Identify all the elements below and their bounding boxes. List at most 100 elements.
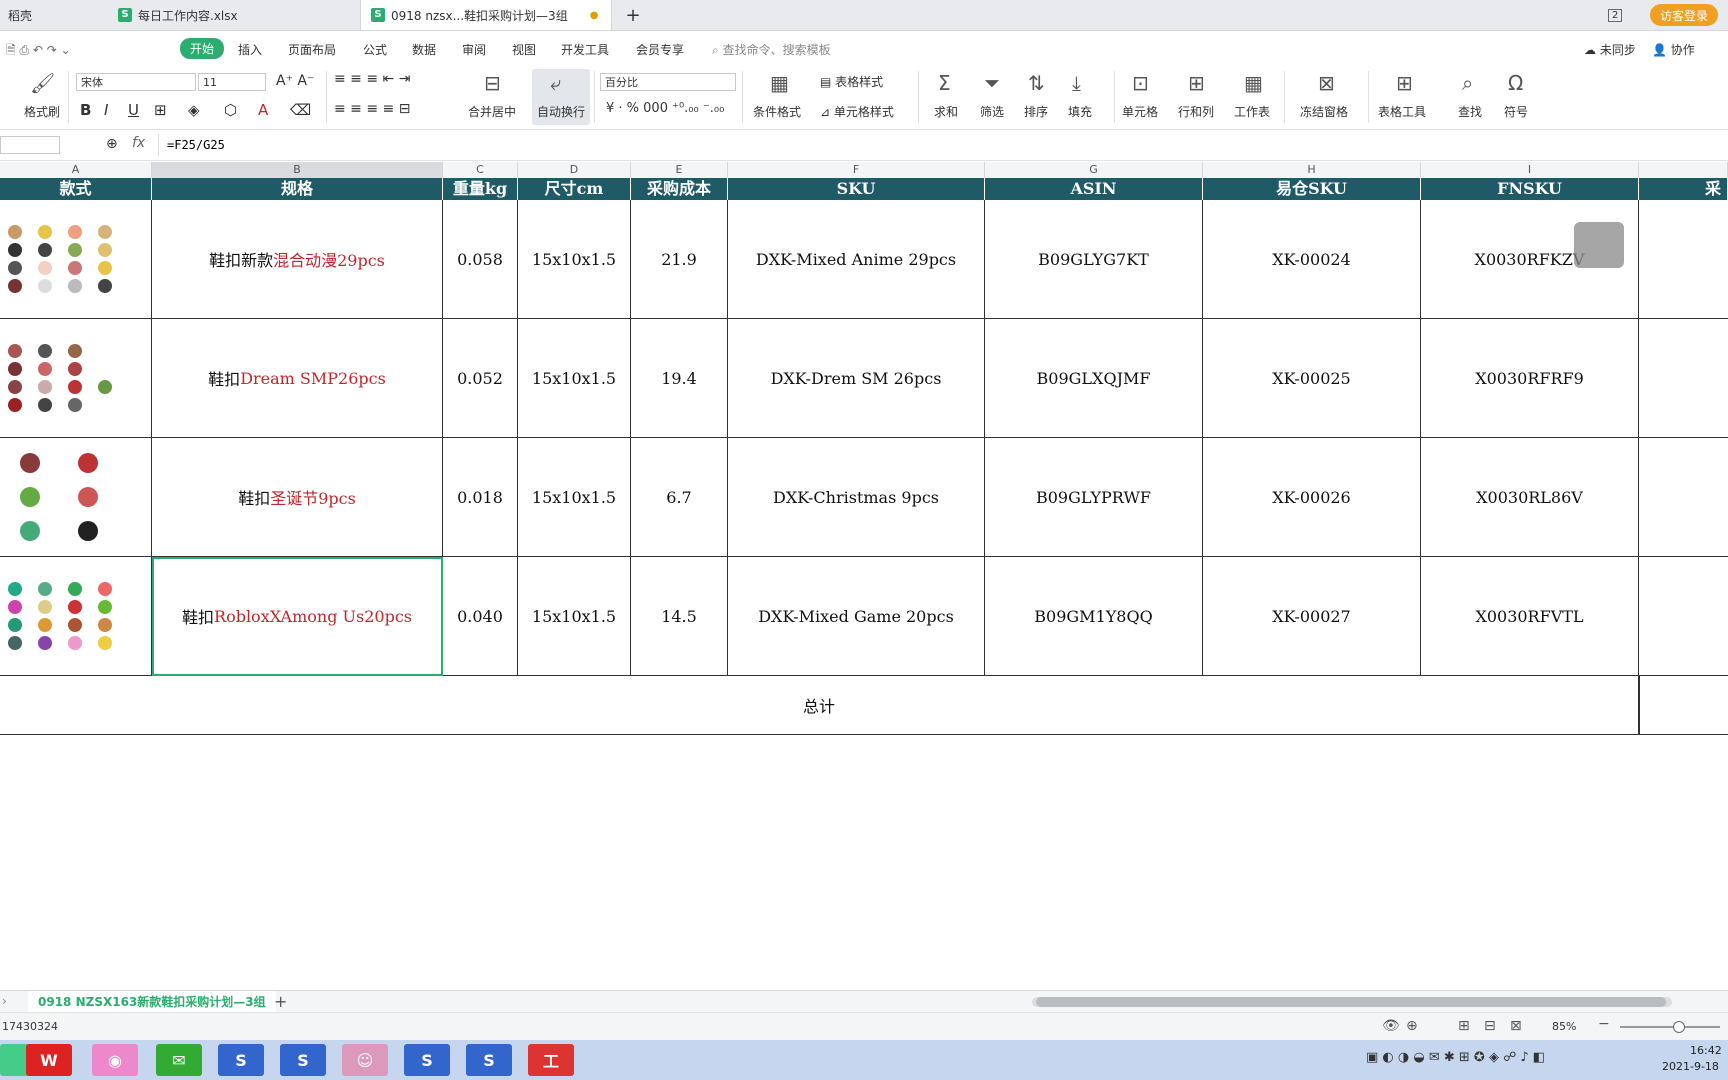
new-tab-button[interactable]: + xyxy=(620,0,646,30)
clear-format-icon[interactable]: ⌫ xyxy=(290,101,311,119)
col-header-b[interactable]: B xyxy=(152,162,443,178)
fnsku-cell[interactable]: X0030RFRF9 xyxy=(1421,319,1639,438)
col-header-f[interactable]: F xyxy=(728,162,985,178)
font-color-icon[interactable]: A xyxy=(258,101,268,119)
menu-item-view[interactable]: 视图 xyxy=(512,41,536,58)
chrome-icon[interactable]: ◉ xyxy=(92,1044,138,1076)
zoom-out-icon[interactable]: − xyxy=(1598,1016,1610,1032)
col-header-c[interactable]: C xyxy=(443,162,518,178)
ycsku-cell[interactable]: XK-00026 xyxy=(1203,438,1421,557)
size-cell[interactable]: 15x10x1.5 xyxy=(518,319,631,438)
header-size[interactable]: 尺寸cm xyxy=(518,178,631,200)
freeze-panes-button[interactable]: 冻结窗格 xyxy=(1300,103,1348,120)
add-sheet-button[interactable]: + xyxy=(274,992,287,1011)
purchase-cell[interactable] xyxy=(1639,557,1728,676)
header-sku[interactable]: SKU xyxy=(728,178,985,200)
page-break-icon[interactable]: ⊠ xyxy=(1510,1018,1522,1034)
center-icon[interactable]: ⊕ xyxy=(1406,1018,1418,1034)
normal-view-icon[interactable]: ⊞ xyxy=(1458,1018,1470,1034)
border-icon[interactable]: ⊞ xyxy=(154,101,167,119)
col-header-i[interactable]: I xyxy=(1421,162,1639,178)
table-style-button[interactable]: ▤ 表格样式 xyxy=(820,73,883,90)
style-image-cell[interactable] xyxy=(0,557,152,676)
menu-item-insert[interactable]: 插入 xyxy=(238,41,262,58)
zoom-level[interactable]: 85% xyxy=(1552,1020,1576,1033)
style-image-cell[interactable] xyxy=(0,319,152,438)
cell-button[interactable]: 单元格 xyxy=(1122,103,1158,120)
spec-cell[interactable]: 鞋扣 圣诞节9pcs xyxy=(152,438,443,557)
app-s-icon[interactable]: S xyxy=(404,1044,450,1076)
ycsku-cell[interactable]: XK-00027 xyxy=(1203,557,1421,676)
menu-item-data[interactable]: 数据 xyxy=(412,41,436,58)
purchase-cell[interactable] xyxy=(1639,200,1728,319)
total-label-cell[interactable]: 总计 xyxy=(0,676,1639,735)
zoom-slider-handle[interactable] xyxy=(1673,1021,1685,1033)
app-s-icon[interactable]: S xyxy=(218,1044,264,1076)
quick-access-icons[interactable]: 🗎 ⎙ ↶ ↷ ⌄ xyxy=(6,41,71,62)
page-layout-icon[interactable]: ⊟ xyxy=(1484,1018,1496,1034)
clock-time[interactable]: 16:42 xyxy=(1690,1044,1722,1057)
style-image-cell[interactable] xyxy=(0,200,152,319)
italic-icon[interactable]: I xyxy=(104,101,108,119)
filter-button[interactable]: 筛选 xyxy=(980,103,1004,120)
avatar-app-icon[interactable]: ☺ xyxy=(342,1044,388,1076)
spec-cell[interactable]: 鞋扣新款 混合动漫29pcs xyxy=(152,200,443,319)
menu-item-member[interactable]: 会员专享 xyxy=(636,41,684,58)
scrollbar-thumb[interactable] xyxy=(1036,997,1666,1007)
sync-status[interactable]: ☁ 未同步 xyxy=(1584,41,1636,58)
sum-button[interactable]: 求和 xyxy=(934,103,958,120)
horizontal-scrollbar[interactable] xyxy=(1032,997,1672,1007)
header-spec[interactable]: 规格 xyxy=(152,178,443,200)
col-header-e[interactable]: E xyxy=(631,162,728,178)
work-app-icon[interactable]: 工 xyxy=(528,1044,574,1076)
ycsku-cell[interactable]: XK-00024 xyxy=(1203,200,1421,319)
name-box[interactable] xyxy=(0,136,60,154)
table-tools-button[interactable]: 表格工具 xyxy=(1378,103,1426,120)
symbol-button[interactable]: 符号 xyxy=(1504,103,1528,120)
menu-item-review[interactable]: 审阅 xyxy=(462,41,486,58)
weight-cell[interactable]: 0.018 xyxy=(443,438,518,557)
cost-cell[interactable]: 6.7 xyxy=(631,438,728,557)
header-asin[interactable]: ASIN xyxy=(985,178,1203,200)
ycsku-cell[interactable]: XK-00025 xyxy=(1203,319,1421,438)
total-value-cell[interactable] xyxy=(1639,676,1728,735)
app-s-icon[interactable]: S xyxy=(280,1044,326,1076)
auto-wrap-button[interactable]: 自动换行 xyxy=(537,103,585,120)
asin-cell[interactable]: B09GLYPRWF xyxy=(985,438,1203,557)
formula-input[interactable] xyxy=(158,134,1728,156)
fnsku-cell[interactable]: X0030RFVTL xyxy=(1421,557,1639,676)
col-header-h[interactable]: H xyxy=(1203,162,1421,178)
size-cell[interactable]: 15x10x1.5 xyxy=(518,200,631,319)
spec-cell[interactable]: 鞋扣 Dream SMP26pcs xyxy=(152,319,443,438)
sku-cell[interactable]: DXK-Mixed Game 20pcs xyxy=(728,557,985,676)
tray-icons[interactable]: ▣ ◐ ◑ ◒ ✉ ✱ ⊞ ✪ ◈ ☍ ♪ ◧ xyxy=(1366,1050,1545,1065)
clock-date[interactable]: 2021-9-18 xyxy=(1662,1060,1719,1073)
fill-color-icon[interactable]: ◈ xyxy=(188,101,200,119)
font-name-select[interactable]: 宋体 xyxy=(76,73,196,91)
wps-icon[interactable]: W xyxy=(26,1044,72,1076)
wechat-icon[interactable]: ✉ xyxy=(156,1044,202,1076)
fx-icon[interactable]: fx xyxy=(132,135,145,151)
number-format-select[interactable]: 百分比 xyxy=(600,73,736,91)
tab-daoke[interactable]: 稻壳 xyxy=(0,0,100,30)
zoom-slider[interactable] xyxy=(1620,1026,1720,1028)
fill-button[interactable]: 填充 xyxy=(1068,103,1092,120)
font-grow-icon[interactable]: A⁺ A⁻ xyxy=(276,73,314,89)
cost-cell[interactable]: 14.5 xyxy=(631,557,728,676)
tab-current-file[interactable]: S 0918 nzsx...鞋扣采购计划—3组 ● xyxy=(360,0,612,30)
bold-icon[interactable]: B xyxy=(80,101,91,119)
style-image-cell[interactable] xyxy=(0,438,152,557)
header-weight[interactable]: 重量kg xyxy=(443,178,518,200)
spec-cell-selected[interactable]: 鞋扣 RobloxXAmong Us20pcs xyxy=(152,557,443,676)
col-header-g[interactable]: G xyxy=(985,162,1203,178)
col-header-d[interactable]: D xyxy=(518,162,631,178)
find-button[interactable]: 查找 xyxy=(1458,103,1482,120)
menu-item-dev-tools[interactable]: 开发工具 xyxy=(561,41,609,58)
sheet-nav-icon[interactable]: › xyxy=(2,994,7,1008)
tab-daily-work[interactable]: S 每日工作内容.xlsx xyxy=(100,0,325,30)
weight-cell[interactable]: 0.058 xyxy=(443,200,518,319)
cell-style-button[interactable]: ⊿ 单元格样式 xyxy=(820,103,894,120)
menu-item-formula[interactable]: 公式 xyxy=(363,41,387,58)
conditional-format-button[interactable]: 条件格式 xyxy=(753,103,801,120)
sort-button[interactable]: 排序 xyxy=(1024,103,1048,120)
